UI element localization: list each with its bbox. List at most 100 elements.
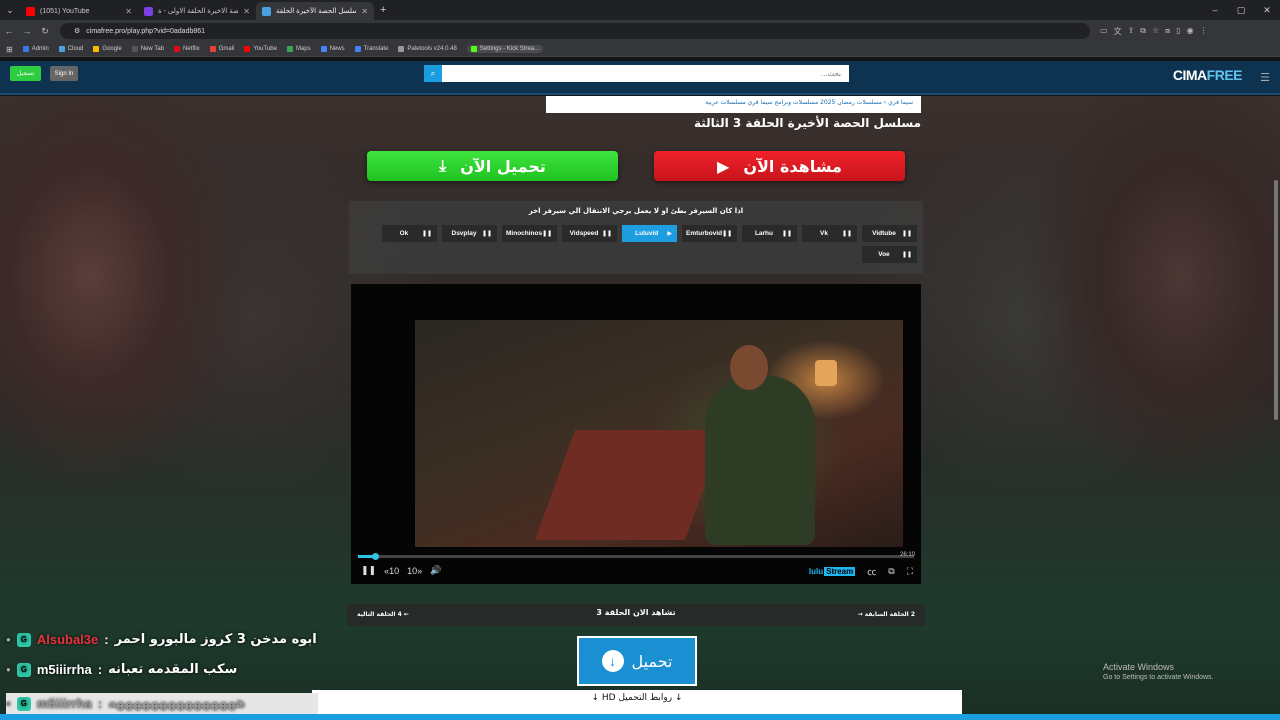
server-button[interactable]: Minochinos ❚❚: [502, 225, 557, 242]
video-head: [730, 345, 768, 390]
minimize-icon[interactable]: –: [1202, 0, 1228, 20]
bookmark-item[interactable]: News: [320, 46, 345, 52]
sidebar-icon[interactable]: ▯: [1176, 26, 1180, 37]
pause-icon: ❚❚: [901, 231, 912, 237]
tab-close-icon[interactable]: ✕: [361, 7, 368, 16]
brand-text-a: lulu: [808, 567, 824, 576]
maximize-icon[interactable]: ▢: [1228, 0, 1254, 20]
site-logo[interactable]: CIMAFREE: [1173, 67, 1243, 83]
watch-now-button[interactable]: مشاهدة الآن ▶: [654, 151, 905, 181]
back-icon[interactable]: ←: [0, 26, 18, 36]
translate-icon[interactable]: 文: [1114, 26, 1122, 37]
bookmark-star-icon[interactable]: ☆: [1152, 26, 1159, 37]
seek-handle[interactable]: [371, 553, 379, 560]
cast-icon[interactable]: ▭: [1100, 26, 1108, 37]
bookmark-item[interactable]: Maps: [286, 46, 311, 52]
bookmark-label: Translate: [363, 46, 389, 52]
tab-close-icon[interactable]: ✕: [243, 7, 250, 16]
bookmark-item[interactable]: Google: [93, 46, 122, 52]
search-bar: ⌕: [424, 65, 849, 82]
breadcrumb[interactable]: سيما فري › مسلسلات رمضان 2025 مسلسلات وب…: [546, 96, 921, 113]
server-button[interactable]: Luluvid ▶: [622, 225, 677, 242]
seek-bar[interactable]: [358, 553, 914, 560]
close-window-icon[interactable]: ✕: [1254, 0, 1280, 20]
window-controls: – ▢ ✕: [1202, 0, 1280, 20]
server-name: Ok: [399, 230, 409, 237]
tab-title: (1051) YouTube: [40, 7, 90, 15]
profile-icon[interactable]: ◉: [1187, 26, 1194, 37]
address-bar-row: ← → ↻ ⚙ cimafree.pro/play.php?vid=0adadb8…: [0, 20, 1280, 42]
chat-separator: :: [97, 696, 103, 711]
bookmark-label: New Tab: [140, 46, 165, 52]
page-scrollbar[interactable]: [1274, 180, 1278, 420]
fullscreen-icon[interactable]: ⛶: [907, 566, 913, 577]
bookmarks-bar: ⊞ Admin Cloud Google New Tab Netflix Gmail You…: [0, 42, 1280, 57]
forward-seconds: 10: [407, 565, 418, 576]
volume-icon[interactable]: 🔊: [430, 565, 441, 576]
screenshot-icon[interactable]: ⧉: [1140, 26, 1146, 37]
video-frame[interactable]: [415, 320, 903, 547]
apps-icon[interactable]: ⊞: [6, 45, 13, 54]
video-desk: [534, 430, 726, 540]
bookmark-favicon-icon: [174, 46, 181, 52]
server-button[interactable]: Vk ❚❚: [802, 225, 857, 242]
server-button[interactable]: Larhu ❚❚: [742, 225, 797, 242]
bookmark-item[interactable]: Paletools v24.0.48: [398, 46, 457, 52]
captions-icon[interactable]: ㏄: [867, 565, 876, 578]
new-tab-button[interactable]: +: [380, 4, 386, 16]
player-brand-logo[interactable]: lulu Stream: [808, 567, 856, 576]
download-now-button[interactable]: تحميل الآن ⤓: [367, 151, 618, 181]
server-button[interactable]: Emturbovid ❚❚: [682, 225, 737, 242]
tab-close-icon[interactable]: ✕: [125, 7, 132, 16]
bookmark-favicon-icon: [286, 46, 293, 52]
video-player[interactable]: 26:10 ❚❚ «10 10» 🔊 lulu Stream ㏄ ⧉ ⛶: [351, 284, 921, 584]
browser-tab[interactable]: مسلسل الحصة الأخيرة الحلقة ✕: [256, 2, 374, 20]
site-info-icon[interactable]: ⚙: [74, 27, 80, 35]
browser-tab[interactable]: الحصة الاخيرة الحلقة الاولى - ة... ✕: [138, 2, 256, 20]
bookmark-item[interactable]: New Tab: [131, 46, 165, 52]
bookmark-item[interactable]: Translate: [354, 46, 389, 52]
bookmark-item[interactable]: Settings - Kick Strea...: [466, 45, 544, 53]
menu-icon[interactable]: ⋮: [1200, 26, 1208, 37]
chat-text: ابوه مدخن 3 كروز مالبورو احمر: [114, 632, 317, 647]
play-icon: ▶: [667, 231, 672, 237]
signin-button[interactable]: Sign In: [50, 66, 78, 81]
hd-download-links[interactable]: ↓ روابط التحميل HD ↓: [312, 690, 962, 714]
download-banner-label: تحميل: [631, 651, 673, 671]
tab-search-icon[interactable]: ⌄: [0, 0, 20, 20]
share-icon[interactable]: ⇪: [1128, 26, 1135, 37]
bookmark-favicon-icon: [58, 46, 65, 52]
forward-icon[interactable]: →: [18, 26, 36, 36]
forward-button[interactable]: 10»: [407, 566, 422, 576]
bookmark-label: Maps: [295, 46, 311, 52]
browser-tab[interactable]: (1051) YouTube ✕: [20, 2, 138, 20]
bookmark-favicon-icon: [209, 46, 216, 52]
server-button[interactable]: Voe ❚❚: [862, 246, 917, 263]
rewind-button[interactable]: «10: [384, 566, 399, 576]
bookmark-item[interactable]: Netflix: [174, 46, 200, 52]
pip-icon[interactable]: ⧉: [888, 566, 894, 577]
bookmark-item[interactable]: Cloud: [58, 46, 83, 52]
bookmark-item[interactable]: Admin: [22, 46, 49, 52]
servers-note: اذا كان السيرفر بطئ او لا يعمل يرجي الان…: [528, 207, 744, 215]
bookmark-favicon-icon: [470, 46, 477, 52]
server-name: Voe: [878, 251, 890, 258]
bookmark-item[interactable]: Gmail: [209, 46, 234, 52]
search-input[interactable]: [442, 65, 849, 82]
download-banner[interactable]: تحميل ↓: [577, 636, 697, 686]
extensions-icon[interactable]: ⧈: [1165, 26, 1170, 37]
register-button[interactable]: تسجيل: [10, 66, 41, 81]
search-icon[interactable]: ⌕: [424, 65, 442, 82]
bookmark-item[interactable]: YouTube: [244, 46, 277, 52]
server-button[interactable]: Vidtube ❚❚: [862, 225, 917, 242]
url-field[interactable]: ⚙ cimafree.pro/play.php?vid=0adadb861: [60, 23, 1090, 39]
chat-badge-icon: G: [16, 632, 31, 647]
reload-icon[interactable]: ↻: [36, 26, 54, 37]
pause-icon[interactable]: ❚❚: [361, 565, 376, 576]
prev-episode-link[interactable]: 2 الحلقة السابقة →: [858, 611, 915, 618]
server-button[interactable]: Ok ❚❚: [382, 225, 437, 242]
server-button[interactable]: Dsvplay ❚❚: [442, 225, 497, 242]
activate-line1: Activate Windows: [1103, 662, 1175, 672]
hamburger-menu-icon[interactable]: ☰: [1260, 71, 1270, 84]
server-button[interactable]: Vidspeed ❚❚: [562, 225, 617, 242]
